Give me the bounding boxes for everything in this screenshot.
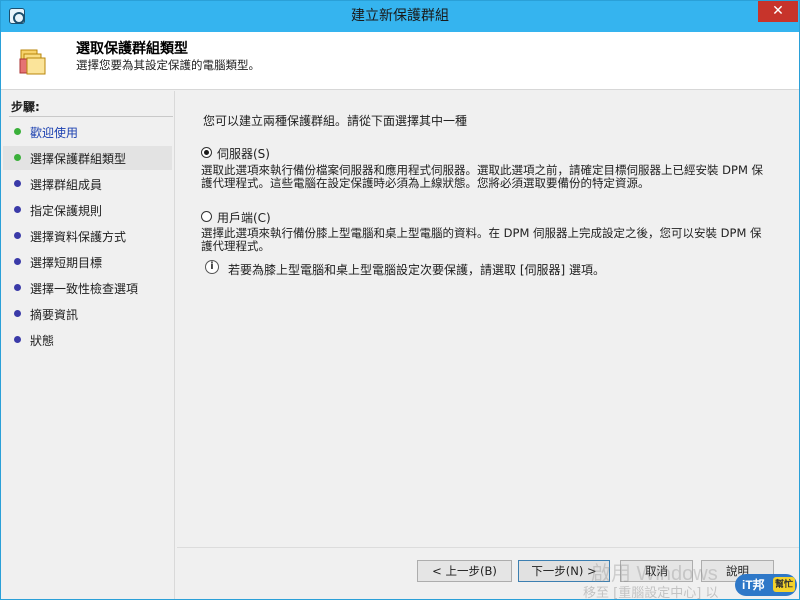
step-label: 歡迎使用: [30, 126, 79, 140]
title-bar[interactable]: 建立新保護群組 ✕: [1, 1, 799, 32]
page-subtitle: 選擇您要為其設定保護的電腦類型。: [76, 58, 260, 72]
client-option-label[interactable]: 用戶端(C): [217, 209, 271, 226]
step-label: 選擇群組成員: [30, 178, 103, 192]
step-item-summary: 摘要資訊: [3, 302, 172, 326]
ithome-logo: iT邦 幫忙: [735, 574, 797, 596]
client-radio[interactable]: [201, 211, 212, 222]
protection-group-icon: [19, 49, 46, 75]
info-icon: i: [205, 260, 219, 274]
page-title: 選取保護群組類型: [76, 41, 188, 57]
step-label: 狀態: [30, 334, 55, 348]
logo-text: iT邦: [742, 578, 765, 592]
step-pending-icon: [14, 258, 21, 265]
intro-text: 您可以建立兩種保護群組。請從下面選擇其中一種: [203, 114, 468, 128]
steps-sidebar: 步驟: 歡迎使用 選擇保護群組類型 選擇群組成員 指定保護規則 選擇資料保護方式…: [1, 91, 175, 599]
steps-divider: [9, 116, 173, 117]
step-pending-icon: [14, 232, 21, 239]
logo-tag: 幫忙: [772, 577, 795, 592]
wizard-header: 選取保護群組類型 選擇您要為其設定保護的電腦類型。: [1, 32, 799, 90]
steps-heading: 步驟:: [11, 100, 40, 114]
client-option-description: 選擇此選項來執行備份膝上型電腦和桌上型電腦的資料。在 DPM 伺服器上完成設定之…: [201, 227, 791, 253]
step-label: 選擇短期目標: [30, 256, 103, 270]
step-item-protection-rules: 指定保護規則: [3, 198, 172, 222]
step-item-consistency-check: 選擇一致性檢查選項: [3, 276, 172, 300]
step-done-icon: [14, 128, 21, 135]
dialog-window: 建立新保護群組 ✕ 選取保護群組類型 選擇您要為其設定保護的電腦類型。 步驟: …: [0, 0, 800, 600]
server-radio[interactable]: [201, 147, 212, 158]
step-label: 選擇保護群組類型: [30, 152, 127, 166]
step-label: 摘要資訊: [30, 308, 79, 322]
step-item-welcome[interactable]: 歡迎使用: [3, 120, 172, 144]
activation-watermark-subtext: 移至 [重腦設定中心] 以: [583, 586, 719, 600]
step-label: 選擇資料保護方式: [30, 230, 127, 244]
server-option-label[interactable]: 伺服器(S): [217, 145, 270, 162]
step-pending-icon: [14, 180, 21, 187]
step-pending-icon: [14, 206, 21, 213]
client-description-line2: 護代理程式。: [201, 239, 270, 253]
back-button[interactable]: < 上一步(B): [417, 560, 512, 582]
server-option-description: 選取此選項來執行備份檔案伺服器和應用程式伺服器。選取此選項之前，請確定目標伺服器…: [201, 164, 791, 190]
step-current-icon: [14, 154, 21, 161]
main-content: 您可以建立兩種保護群組。請從下面選擇其中一種 伺服器(S) 選取此選項來執行備份…: [177, 91, 799, 547]
step-item-status: 狀態: [3, 328, 172, 352]
step-pending-icon: [14, 284, 21, 291]
info-note: 若要為膝上型電腦和桌上型電腦設定次要保護，請選取 [伺服器] 選項。: [228, 263, 605, 277]
step-pending-icon: [14, 310, 21, 317]
step-label: 選擇一致性檢查選項: [30, 282, 139, 296]
step-item-data-protection-method: 選擇資料保護方式: [3, 224, 172, 248]
window-title: 建立新保護群組: [351, 8, 449, 24]
client-description-line1: 選擇此選項來執行備份膝上型電腦和桌上型電腦的資料。在 DPM 伺服器上完成設定之…: [201, 226, 762, 240]
step-pending-icon: [14, 336, 21, 343]
step-item-select-type[interactable]: 選擇保護群組類型: [3, 146, 172, 170]
close-button[interactable]: ✕: [758, 1, 798, 22]
server-description-line2: 護代理程式。這些電腦在設定保護時必須為上線狀態。您將必須選取要備份的特定資源。: [201, 176, 650, 190]
step-item-group-members: 選擇群組成員: [3, 172, 172, 196]
step-label: 指定保護規則: [30, 204, 103, 218]
step-item-short-term-goals: 選擇短期目標: [3, 250, 172, 274]
